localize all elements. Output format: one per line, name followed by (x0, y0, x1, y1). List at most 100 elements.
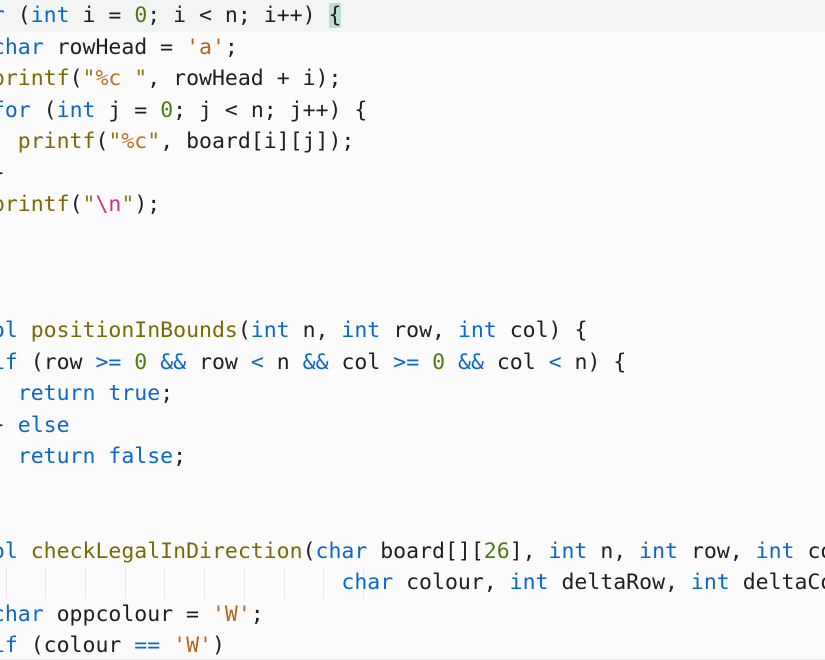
code-token: ( (95, 129, 109, 154)
code-line[interactable] (0, 252, 825, 284)
code-line[interactable]: } else (0, 410, 825, 442)
code-line[interactable]: bool checkLegalInDirection(char board[][… (0, 536, 825, 568)
code-token: == (134, 633, 161, 658)
code-token: n, (587, 538, 640, 564)
code-line[interactable]: bool positionInBounds(int n, int row, in… (0, 315, 825, 347)
code-token: return (17, 444, 96, 469)
code-token: int (250, 318, 290, 343)
code-token: n (263, 349, 303, 375)
code-token: } (0, 413, 18, 438)
code-line[interactable]: return true; (0, 378, 825, 410)
code-token: positionInBounds (30, 318, 238, 343)
code-token: ; i < n; i++) (147, 3, 316, 28)
code-line-text: char rowHead = 'a'; (0, 32, 238, 64)
code-token: ( (237, 318, 251, 343)
code-line[interactable]: return false; (0, 441, 825, 473)
code-token: colour, (393, 570, 510, 595)
code-line[interactable]: char rowHead = 'a'; (0, 32, 825, 64)
code-token: bool (0, 318, 18, 343)
code-token: 'W' (211, 601, 251, 627)
code-token: \n (95, 192, 122, 217)
code-token: int (341, 318, 381, 343)
code-token: j = (95, 97, 161, 123)
code-token: row, (678, 538, 756, 564)
code-token: printf (0, 66, 70, 91)
code-line[interactable]: char oppcolour = 'W'; (0, 599, 825, 631)
code-line[interactable]: if (row >= 0 && row < n && col >= 0 && c… (0, 347, 825, 379)
code-token: " (147, 129, 161, 154)
code-token: 0 (160, 97, 174, 123)
code-token: int (755, 538, 795, 564)
code-token: if (0, 349, 18, 375)
code-token: 0 (432, 349, 446, 375)
code-token: 0 (134, 349, 148, 375)
code-token: rowHead = (43, 34, 187, 60)
code-token: int (30, 3, 70, 28)
code-token: } (0, 161, 5, 186)
code-line[interactable] (0, 284, 825, 316)
code-token: %c (121, 129, 148, 154)
code-editor-pane[interactable]: for (int i = 0; i < n; i++) { char rowHe… (0, 0, 825, 660)
code-token: row (186, 349, 251, 375)
code-token: " (121, 192, 135, 217)
code-token: int (690, 570, 730, 595)
code-line-text: char oppcolour = 'W'; (0, 599, 264, 631)
code-token: char (315, 538, 368, 564)
code-line-text: } else (0, 410, 70, 442)
code-line[interactable] (0, 504, 825, 536)
code-token: false (108, 444, 174, 469)
code-token: ( (302, 538, 316, 564)
code-line[interactable]: if (colour == 'W') (0, 630, 825, 660)
code-token: ; (224, 34, 238, 60)
code-line-text: return false; (0, 441, 186, 473)
code-content[interactable]: for (int i = 0; i < n; i++) { char rowHe… (0, 0, 825, 660)
code-token: checkLegalInDirection (30, 538, 303, 564)
code-line[interactable]: for (int i = 0; i < n; i++) { (0, 0, 825, 32)
code-line[interactable] (0, 473, 825, 505)
code-token: int (548, 538, 588, 564)
code-token: , rowHead + i); (147, 66, 342, 91)
code-token: bool (0, 538, 18, 564)
code-token: deltaCol) { (742, 570, 825, 595)
code-line-text: bool positionInBounds(int n, int row, in… (0, 315, 587, 347)
code-line-text: if (row >= 0 && row < n && col >= 0 && c… (0, 347, 626, 379)
code-line[interactable]: printf("\n"); (0, 189, 825, 221)
code-token: int (509, 570, 549, 595)
code-token: 'W' (173, 633, 212, 658)
code-token: 0 (134, 3, 148, 28)
code-token: , board[i][j]); (160, 129, 355, 154)
code-token: row, (380, 318, 458, 343)
code-token: char (341, 570, 394, 595)
code-line[interactable]: char colour, int deltaRow, int deltaCol)… (0, 567, 825, 599)
code-token: int (56, 97, 96, 123)
code-token: " (108, 129, 122, 154)
code-token: ; (173, 444, 187, 469)
code-line[interactable]: for (int j = 0; j < n; j++) { (0, 95, 825, 127)
code-token: ], (509, 538, 549, 564)
code-line[interactable]: printf("%c ", rowHead + i); (0, 63, 825, 95)
code-token: char (0, 601, 44, 627)
code-token: < (250, 349, 264, 375)
code-token: col) { (496, 318, 588, 343)
code-line[interactable]: } (0, 221, 825, 253)
code-token: i = (69, 3, 135, 28)
code-line[interactable]: printf("%c", board[i][j]); (0, 126, 825, 158)
code-line-text: bool checkLegalInDirection(char board[][… (0, 536, 825, 568)
code-token: int (457, 318, 497, 343)
code-token: n) { (561, 349, 627, 375)
code-token: ); (134, 192, 161, 217)
code-token: n, (289, 318, 342, 343)
matching-bracket-highlight: { (328, 3, 342, 28)
code-line[interactable]: } (0, 158, 825, 190)
code-line-text: printf("\n"); (0, 189, 160, 221)
code-token: true (108, 381, 161, 406)
code-token: printf (0, 192, 70, 217)
